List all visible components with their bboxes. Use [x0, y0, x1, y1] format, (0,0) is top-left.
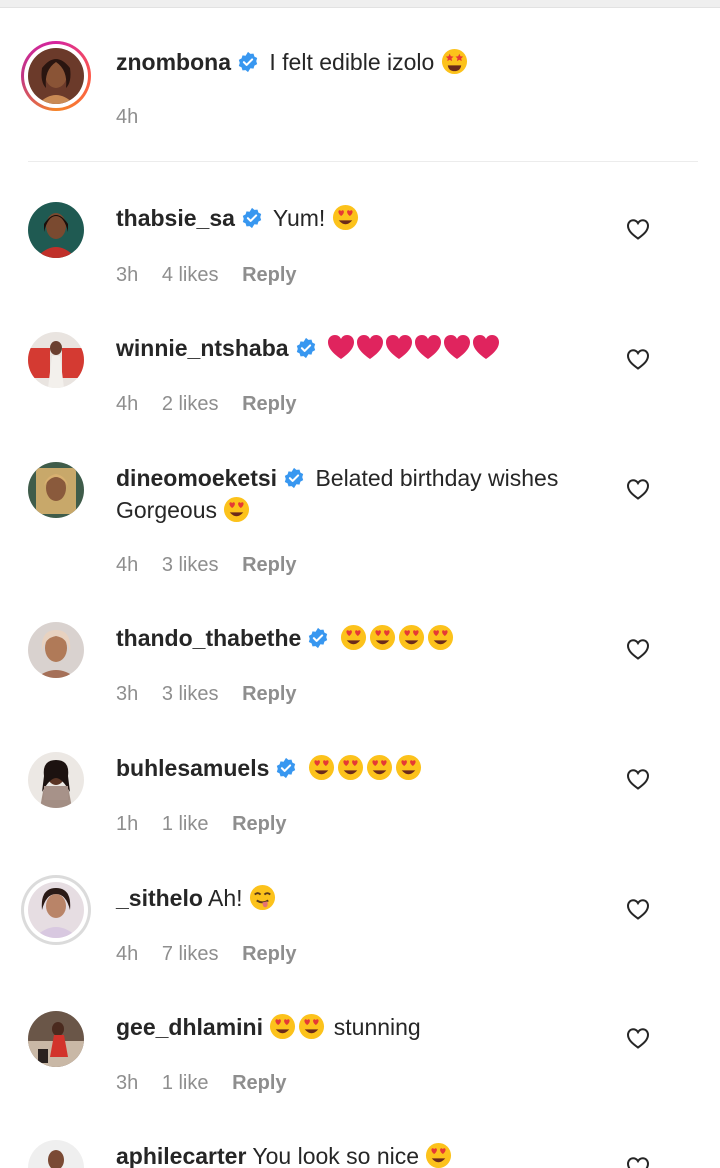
verified-badge-icon — [283, 467, 305, 489]
caption-text: I felt edible izolo — [269, 49, 435, 75]
comment-text: stunning — [333, 1014, 421, 1040]
comment-avatar[interactable] — [28, 202, 84, 258]
verified-badge-icon — [275, 757, 297, 779]
comment-username[interactable]: dineomoeketsi — [116, 465, 277, 491]
comment-username[interactable]: thabsie_sa — [116, 205, 235, 231]
comment-time: 3h — [116, 264, 139, 286]
comment-text: Ah! — [208, 885, 243, 911]
heart-icon[interactable] — [626, 1156, 650, 1168]
caption-divider — [28, 161, 698, 162]
comment-likes[interactable]: 3 likes — [162, 683, 219, 705]
heart-eyes-emoji — [337, 754, 364, 781]
comment-avatar[interactable] — [28, 1011, 84, 1067]
comment-time: 3h — [116, 1072, 139, 1094]
heart-eyes-emoji — [366, 754, 393, 781]
comment-username[interactable]: gee_dhlamini — [116, 1014, 263, 1040]
comment-avatar[interactable] — [28, 1140, 84, 1168]
comment-avatar[interactable] — [28, 752, 84, 808]
reply-button[interactable]: Reply — [242, 264, 296, 286]
red-heart-emoji — [472, 334, 500, 360]
comment-username[interactable]: winnie_ntshaba — [116, 335, 289, 361]
verified-badge-icon — [237, 51, 259, 73]
comment-time: 1h — [116, 813, 139, 835]
comment-username[interactable]: _sithelo — [116, 885, 203, 911]
heart-eyes-emoji — [308, 754, 335, 781]
caption-time: 4h — [116, 106, 139, 128]
comment-avatar[interactable] — [21, 875, 91, 945]
heart-eyes-emoji — [427, 624, 454, 651]
heart-eyes-emoji — [340, 624, 367, 651]
heart-eyes-emoji — [332, 204, 359, 231]
heart-icon[interactable] — [626, 898, 650, 920]
verified-badge-icon — [307, 627, 329, 649]
heart-icon[interactable] — [626, 478, 650, 500]
comment-avatar[interactable] — [28, 462, 84, 518]
comment-time: 4h — [116, 943, 139, 965]
reply-button[interactable]: Reply — [242, 943, 296, 965]
heart-eyes-emoji — [398, 624, 425, 651]
verified-badge-icon — [295, 337, 317, 359]
caption-avatar[interactable] — [21, 41, 91, 111]
comment-likes[interactable]: 1 like — [162, 813, 209, 835]
heart-eyes-emoji — [298, 1013, 325, 1040]
red-heart-emoji — [327, 334, 355, 360]
comment-avatar[interactable] — [28, 332, 84, 388]
heart-icon[interactable] — [626, 348, 650, 370]
red-heart-emoji — [414, 334, 442, 360]
heart-icon[interactable] — [626, 768, 650, 790]
red-heart-emoji — [443, 334, 471, 360]
heart-eyes-emoji — [223, 496, 250, 523]
comment-likes[interactable]: 2 likes — [162, 393, 219, 415]
winking-tongue-emoji — [249, 884, 276, 911]
comment-username[interactable]: aphilecarter — [116, 1143, 246, 1168]
comment-username[interactable]: buhlesamuels — [116, 755, 269, 781]
heart-eyes-emoji — [269, 1013, 296, 1040]
comment-text: Yum! — [272, 205, 326, 231]
heart-icon[interactable] — [626, 638, 650, 660]
comment-time: 4h — [116, 393, 139, 415]
heart-icon[interactable] — [626, 218, 650, 240]
reply-button[interactable]: Reply — [242, 393, 296, 415]
reply-button[interactable]: Reply — [242, 554, 296, 576]
heart-eyes-emoji — [369, 624, 396, 651]
reply-button[interactable]: Reply — [242, 683, 296, 705]
caption-username[interactable]: znombona — [116, 49, 231, 75]
reply-button[interactable]: Reply — [232, 813, 286, 835]
comment-likes[interactable]: 3 likes — [162, 554, 219, 576]
comment-likes[interactable]: 4 likes — [162, 264, 219, 286]
verified-badge-icon — [241, 207, 263, 229]
red-heart-emoji — [356, 334, 384, 360]
comment-text: You look so nice — [252, 1143, 420, 1168]
red-heart-emoji — [385, 334, 413, 360]
comment-likes[interactable]: 1 like — [162, 1072, 209, 1094]
post-caption: znombona I felt edible izolo 4h — [0, 36, 720, 136]
heart-icon[interactable] — [626, 1027, 650, 1049]
heart-eyes-emoji — [395, 754, 422, 781]
comment-likes[interactable]: 7 likes — [162, 943, 219, 965]
heart-eyes-emoji — [425, 1142, 452, 1168]
comment-avatar[interactable] — [28, 622, 84, 678]
comment-time: 3h — [116, 683, 139, 705]
reply-button[interactable]: Reply — [232, 1072, 286, 1094]
comment-time: 4h — [116, 554, 139, 576]
star-struck-emoji — [441, 48, 468, 75]
comment-username[interactable]: thando_thabethe — [116, 625, 301, 651]
status-bar-edge — [0, 0, 720, 8]
